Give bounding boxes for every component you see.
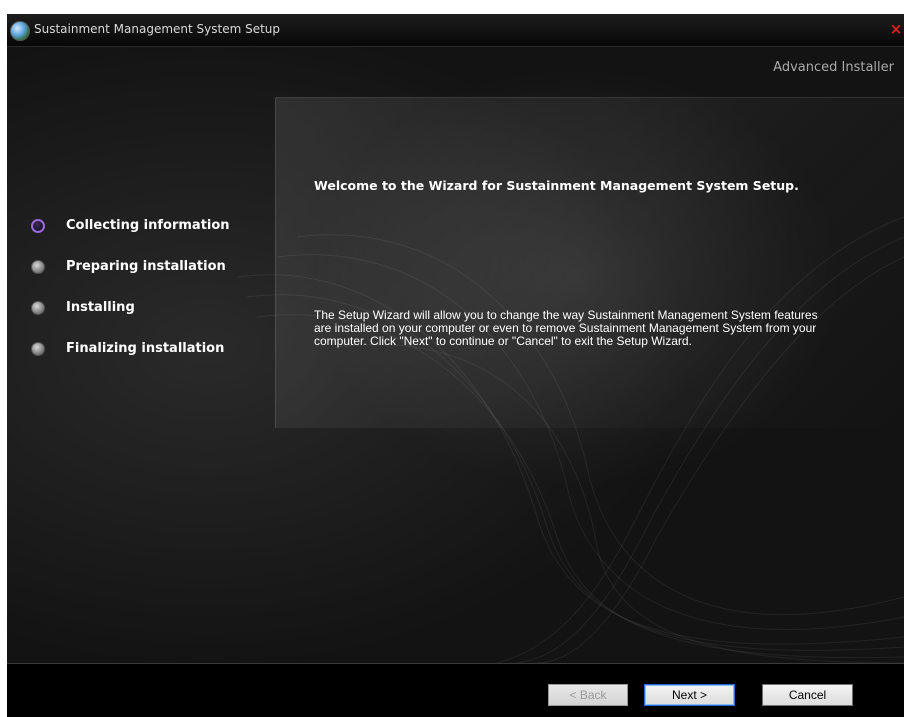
step-label: Installing — [66, 300, 135, 315]
progress-steps: Collecting information Preparing install… — [31, 205, 230, 369]
window-title: Sustainment Management System Setup — [34, 22, 281, 36]
button-bar: < Back Next > Cancel — [7, 663, 904, 717]
brand-label: Advanced Installer — [773, 60, 894, 75]
setup-window: Sustainment Management System Setup × Ad… — [7, 14, 904, 717]
next-button[interactable]: Next > — [644, 684, 735, 706]
step-label: Collecting information — [66, 218, 230, 233]
step-pending-bullet-icon — [31, 300, 45, 315]
title-bar[interactable]: Sustainment Management System Setup × — [7, 14, 904, 47]
app-globe-icon — [10, 21, 30, 41]
step-label: Finalizing installation — [66, 341, 225, 356]
background-swirl-graphic — [237, 217, 904, 663]
step-installing: Installing — [31, 287, 230, 328]
back-button[interactable]: < Back — [548, 684, 628, 706]
wizard-description: The Setup Wizard will allow you to chang… — [314, 308, 818, 348]
step-finalizing-installation: Finalizing installation — [31, 328, 230, 369]
step-active-bullet-icon — [31, 218, 45, 233]
cancel-button[interactable]: Cancel — [762, 684, 853, 706]
wizard-content: Advanced Installer Collecting informatio… — [7, 47, 904, 663]
welcome-heading: Welcome to the Wizard for Sustainment Ma… — [314, 178, 799, 193]
step-pending-bullet-icon — [31, 341, 45, 356]
step-collecting-information: Collecting information — [31, 205, 230, 246]
close-icon[interactable]: × — [888, 20, 904, 38]
step-pending-bullet-icon — [31, 259, 45, 274]
step-preparing-installation: Preparing installation — [31, 246, 230, 287]
step-label: Preparing installation — [66, 259, 226, 274]
